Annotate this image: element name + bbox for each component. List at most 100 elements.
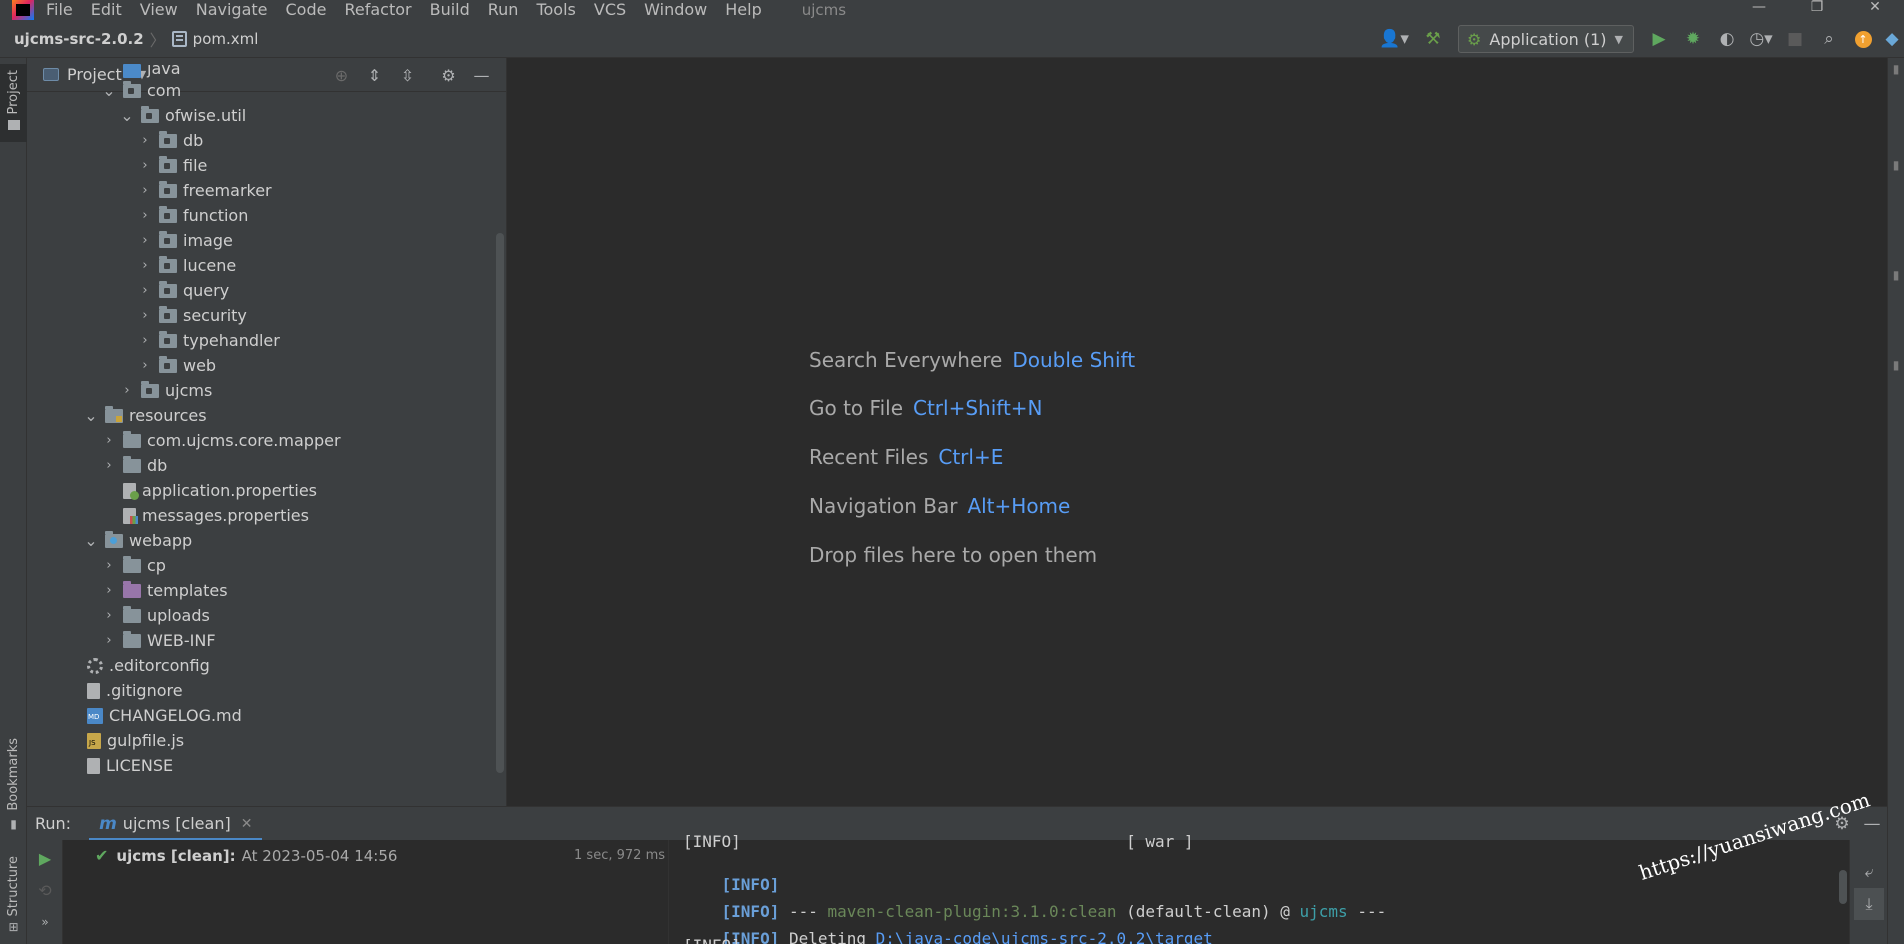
tree-item[interactable]: ⌄ ofwise.util bbox=[27, 103, 506, 128]
run-icon[interactable]: ▶ bbox=[1642, 20, 1676, 58]
rerun-icon[interactable]: ▶ bbox=[27, 842, 63, 874]
run-tree-row[interactable]: ✔ ujcms [clean]: At 2023-05-04 14:56 1 s… bbox=[95, 846, 665, 865]
chevron-right-icon[interactable]: › bbox=[137, 258, 153, 273]
chevron-right-icon[interactable]: › bbox=[101, 583, 117, 598]
menu-window[interactable]: Window bbox=[644, 0, 707, 20]
tree-item[interactable]: ›gulpfile.js bbox=[27, 728, 506, 753]
tree-item[interactable]: ⌄ webapp bbox=[27, 528, 506, 553]
coverage-icon[interactable]: ◐ bbox=[1710, 20, 1744, 58]
bookmarks-tool-tab[interactable]: Bookmarks ▮ bbox=[0, 738, 27, 838]
tree-item[interactable]: › db bbox=[27, 453, 506, 478]
maven-tool-tab[interactable]: ▮ bbox=[1889, 62, 1903, 76]
chevron-right-icon[interactable]: › bbox=[101, 608, 117, 623]
plugins-icon[interactable]: ◆ bbox=[1880, 20, 1904, 58]
tree-item[interactable]: › templates bbox=[27, 578, 506, 603]
menu-navigate[interactable]: Navigate bbox=[196, 0, 268, 20]
update-icon[interactable]: ↑ bbox=[1846, 20, 1880, 58]
console-line-partial: [INFO] [ war ] bbox=[683, 832, 1194, 851]
chevron-right-icon[interactable]: › bbox=[119, 383, 135, 398]
menu-edit[interactable]: Edit bbox=[91, 0, 122, 20]
tree-item[interactable]: › image bbox=[27, 228, 506, 253]
services-tool-tab[interactable]: ▮ bbox=[1889, 268, 1903, 282]
menu-help[interactable]: Help bbox=[725, 0, 761, 20]
tree-item[interactable]: ›LICENSE bbox=[27, 753, 506, 778]
tree-item[interactable]: › cp bbox=[27, 553, 506, 578]
soft-wrap-icon[interactable]: ⤶ bbox=[1850, 856, 1888, 888]
tree-item[interactable]: › db bbox=[27, 128, 506, 153]
database-tool-tab[interactable]: ▮ bbox=[1889, 158, 1903, 172]
chevron-right-icon[interactable]: › bbox=[101, 433, 117, 448]
menu-file[interactable]: File bbox=[46, 0, 73, 20]
menu-refactor[interactable]: Refactor bbox=[344, 0, 411, 20]
stop-icon[interactable]: ■ bbox=[1778, 20, 1812, 58]
scroll-to-end-icon[interactable]: ⤓ bbox=[1854, 888, 1884, 920]
profile-icon[interactable]: ◷▾ bbox=[1744, 20, 1778, 58]
tree-item[interactable]: › com.ujcms.core.mapper bbox=[27, 428, 506, 453]
tree-item[interactable]: › lucene bbox=[27, 253, 506, 278]
success-check-icon: ✔ bbox=[95, 846, 109, 865]
chevron-right-icon[interactable]: › bbox=[137, 158, 153, 173]
run-configuration-select[interactable]: ⚙ Application (1) ▼ bbox=[1458, 25, 1634, 53]
chevron-right-icon[interactable]: › bbox=[101, 558, 117, 573]
chevron-right-icon[interactable]: › bbox=[137, 183, 153, 198]
chevron-right-icon[interactable]: › bbox=[137, 358, 153, 373]
tree-item[interactable]: ›application.properties bbox=[27, 478, 506, 503]
tree-item[interactable]: › uploads bbox=[27, 603, 506, 628]
menu-view[interactable]: View bbox=[140, 0, 178, 20]
breadcrumb-file[interactable]: pom.xml bbox=[171, 30, 258, 48]
tree-item[interactable]: › query bbox=[27, 278, 506, 303]
chevron-right-icon[interactable]: › bbox=[137, 208, 153, 223]
tree-item[interactable]: › typehandler bbox=[27, 328, 506, 353]
restore-button[interactable]: ❐ bbox=[1788, 0, 1846, 20]
chevron-down-icon[interactable]: ⌄ bbox=[83, 532, 99, 548]
menu-tools[interactable]: Tools bbox=[536, 0, 575, 20]
chevron-right-icon[interactable]: › bbox=[101, 458, 117, 473]
console-path-link[interactable]: D:\java-code\ujcms-src-2.0.2\target bbox=[876, 929, 1213, 944]
tree-item[interactable]: ›messages.properties bbox=[27, 503, 506, 528]
structure-icon: ⊞ bbox=[8, 920, 19, 935]
chevron-down-icon[interactable]: ⌄ bbox=[83, 407, 99, 423]
menu-vcs[interactable]: VCS bbox=[594, 0, 626, 20]
tree-item[interactable]: ›java bbox=[27, 64, 506, 78]
chevron-right-icon[interactable]: › bbox=[137, 283, 153, 298]
chevron-right-icon[interactable]: › bbox=[137, 333, 153, 348]
run-tab-ujcms-clean[interactable]: m ujcms [clean] ✕ bbox=[89, 807, 263, 841]
tree-item[interactable]: › web bbox=[27, 353, 506, 378]
menu-build[interactable]: Build bbox=[430, 0, 470, 20]
close-icon[interactable]: ✕ bbox=[241, 816, 253, 832]
tree-item[interactable]: › function bbox=[27, 203, 506, 228]
rerun-failed-icon[interactable]: ⟲ bbox=[27, 874, 63, 906]
tree-item-label: ujcms bbox=[165, 381, 213, 400]
search-icon[interactable]: ⌕ bbox=[1812, 20, 1846, 58]
more-icon[interactable]: » bbox=[27, 906, 63, 938]
tree-item[interactable]: › file bbox=[27, 153, 506, 178]
project-tree-scrollbar[interactable] bbox=[496, 233, 504, 773]
chevron-right-icon[interactable]: › bbox=[137, 233, 153, 248]
breadcrumb-project[interactable]: ujcms-src-2.0.2 bbox=[14, 30, 144, 48]
tree-item[interactable]: › security bbox=[27, 303, 506, 328]
tree-item[interactable]: ⌄ com bbox=[27, 78, 506, 103]
chevron-down-icon[interactable]: ⌄ bbox=[101, 82, 117, 98]
tree-item[interactable]: ⌄ resources bbox=[27, 403, 506, 428]
project-tool-tab[interactable]: Project bbox=[0, 64, 27, 142]
notifications-tool-tab[interactable]: ▮ bbox=[1889, 358, 1903, 372]
tree-item[interactable]: › ujcms bbox=[27, 378, 506, 403]
account-icon[interactable]: 👤▾ bbox=[1372, 20, 1416, 58]
chevron-down-icon[interactable]: ⌄ bbox=[119, 107, 135, 123]
minimize-button[interactable]: — bbox=[1730, 0, 1788, 20]
menu-run[interactable]: Run bbox=[488, 0, 519, 20]
chevron-right-icon[interactable]: › bbox=[137, 133, 153, 148]
console-scrollbar[interactable] bbox=[1839, 870, 1847, 904]
tree-item[interactable]: › freemarker bbox=[27, 178, 506, 203]
debug-icon[interactable]: ✹ bbox=[1676, 20, 1710, 58]
chevron-right-icon[interactable]: › bbox=[101, 633, 117, 648]
structure-tool-tab[interactable]: Structure ⊞ bbox=[0, 856, 27, 944]
close-button[interactable]: ✕ bbox=[1846, 0, 1904, 20]
menu-code[interactable]: Code bbox=[286, 0, 327, 20]
tree-item[interactable]: ›CHANGELOG.md bbox=[27, 703, 506, 728]
tree-item[interactable]: ›.gitignore bbox=[27, 678, 506, 703]
chevron-right-icon[interactable]: › bbox=[137, 308, 153, 323]
tree-item[interactable]: › WEB-INF bbox=[27, 628, 506, 653]
tree-item[interactable]: ›.editorconfig bbox=[27, 653, 506, 678]
build-hammer-icon[interactable]: ⚒ bbox=[1416, 20, 1450, 58]
